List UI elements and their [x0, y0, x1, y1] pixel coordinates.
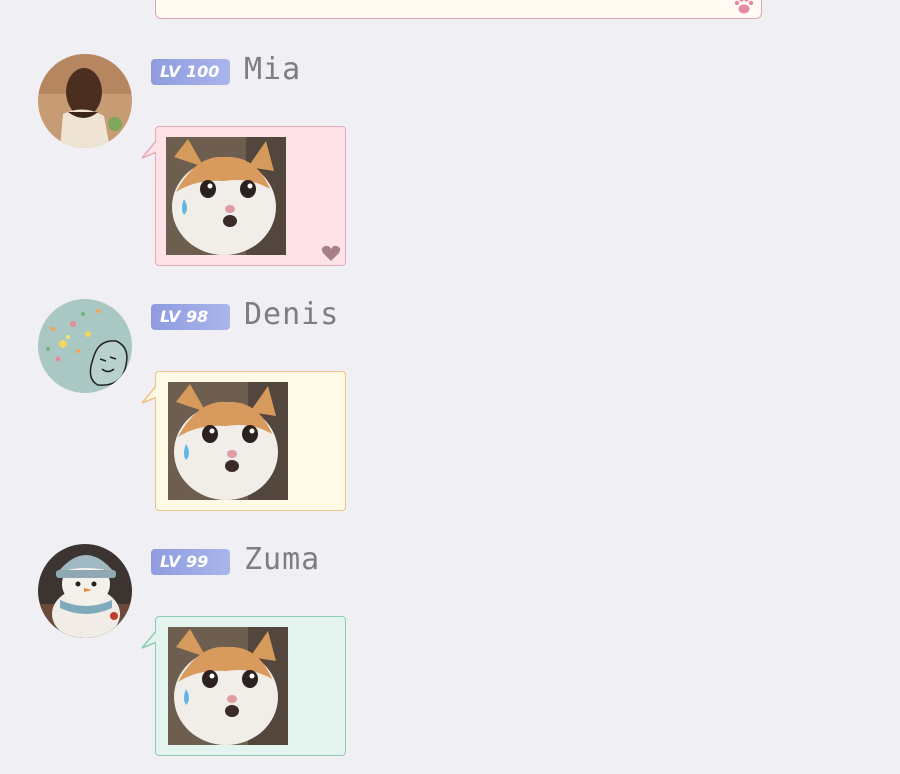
chat-message: LV 98 Denis — [0, 297, 900, 529]
bubble-tail — [141, 628, 157, 650]
username[interactable]: Zuma — [244, 542, 320, 577]
crying-cat-sticker[interactable] — [168, 627, 288, 745]
username[interactable]: Mia — [244, 52, 301, 87]
bubble-tail — [141, 383, 157, 405]
message-bubble[interactable] — [141, 616, 346, 756]
username[interactable]: Denis — [244, 297, 339, 332]
crying-cat-sticker[interactable] — [168, 382, 288, 500]
chat-message: LV 99 Zuma — [0, 542, 900, 774]
crying-cat-sticker[interactable] — [166, 137, 286, 255]
message-bubble[interactable] — [141, 371, 346, 511]
previous-message-bubble[interactable] — [155, 0, 762, 19]
message-bubble[interactable] — [141, 126, 346, 266]
bubble-tail — [141, 138, 157, 160]
avatar[interactable] — [38, 544, 132, 638]
chat-message: LV 100 Mia — [0, 52, 900, 284]
level-badge: LV 98 — [151, 304, 230, 330]
avatar[interactable] — [38, 299, 132, 393]
level-badge: LV 100 — [151, 59, 230, 85]
paw-icon — [734, 0, 754, 14]
level-badge: LV 99 — [151, 549, 230, 575]
heart-icon — [321, 245, 341, 261]
avatar[interactable] — [38, 54, 132, 148]
